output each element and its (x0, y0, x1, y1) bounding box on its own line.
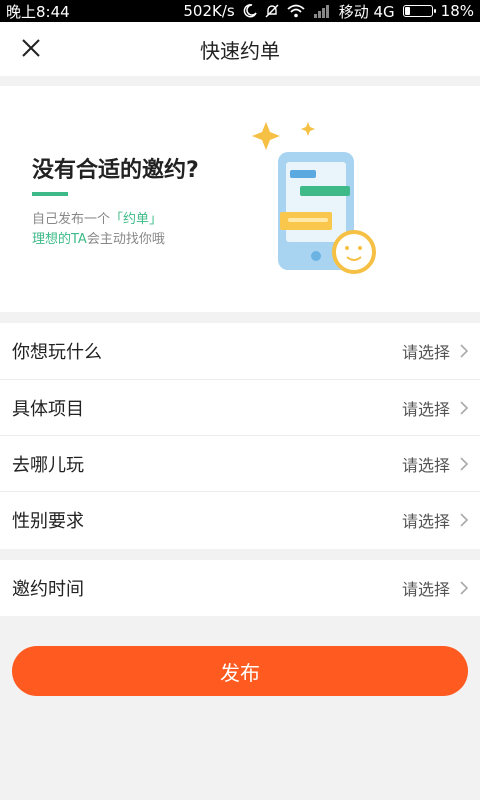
phone-illustration (252, 122, 376, 274)
row-value: 请选择 (401, 511, 450, 531)
banner-desc-prefix: 自己发布一个 (32, 212, 111, 227)
chevron-right-icon (460, 344, 468, 358)
page-title: 快速约单 (200, 38, 280, 63)
moon-icon (243, 4, 257, 18)
bell-off-icon (265, 4, 279, 18)
time-card: 邀约时间 请选择 (0, 560, 480, 616)
chat-bubble-blue (290, 170, 316, 178)
row-label: 性别要求 (12, 510, 84, 532)
network-speed: 502K/s (183, 2, 235, 20)
row-value: 请选择 (401, 455, 450, 475)
row-value: 请选择 (401, 580, 450, 599)
status-time: 晚上8:44 (6, 2, 70, 21)
promo-banner: 没有合适的邀约? 自己发布一个「约单」 理想的TA会主动找你哦 (0, 86, 480, 312)
row-label: 去哪儿玩 (12, 454, 84, 476)
battery-percent: 18% (440, 2, 474, 20)
banner-desc-accent: 「约单」 (110, 212, 163, 227)
app-header: 快速约单 (0, 22, 480, 76)
row-label: 具体项目 (12, 398, 84, 420)
banner-title: 没有合适的邀约? (32, 158, 199, 183)
carrier-label: 移动 4G (338, 2, 395, 21)
banner-desc-accent-2: 理想的TA (32, 232, 87, 247)
row-value: 请选择 (401, 399, 450, 419)
signal-icon (313, 4, 331, 18)
banner-divider (32, 192, 68, 196)
sparkle-small-icon (301, 122, 315, 136)
wifi-icon (287, 4, 305, 18)
chevron-right-icon (460, 512, 468, 527)
close-button[interactable] (14, 33, 48, 67)
status-bar: 晚上8:44 502K/s 移动 4G 18% (0, 0, 480, 22)
chat-bubble-green (300, 186, 350, 196)
row-gender[interactable]: 性别要求 请选择 (0, 491, 480, 547)
options-card: 你想玩什么 请选择 具体项目 请选择 去哪儿玩 请选择 性别要求 请选择 (0, 323, 480, 549)
status-right: 502K/s 移动 4G 18% (183, 1, 474, 22)
chevron-right-icon (460, 456, 468, 471)
row-label: 邀约时间 (12, 579, 84, 600)
battery-icon (402, 5, 436, 17)
phone-home-button (311, 251, 321, 261)
row-play-type[interactable]: 你想玩什么 请选择 (0, 323, 480, 379)
smiley-icon (332, 230, 376, 274)
row-label: 你想玩什么 (12, 342, 102, 363)
banner-description: 自己发布一个「约单」 理想的TA会主动找你哦 (32, 210, 165, 250)
publish-button[interactable]: 发布 (12, 646, 468, 696)
close-icon (21, 38, 41, 62)
chat-bubble-line (288, 218, 328, 222)
sparkle-icon (252, 122, 280, 150)
row-specific-item[interactable]: 具体项目 请选择 (0, 379, 480, 435)
row-location[interactable]: 去哪儿玩 请选择 (0, 435, 480, 491)
chevron-right-icon (460, 400, 468, 415)
row-invite-time[interactable]: 邀约时间 请选择 (0, 560, 480, 616)
battery-level (404, 7, 410, 15)
chevron-right-icon (460, 581, 468, 595)
row-value: 请选择 (401, 343, 450, 362)
banner-desc-suffix: 会主动找你哦 (86, 232, 165, 247)
